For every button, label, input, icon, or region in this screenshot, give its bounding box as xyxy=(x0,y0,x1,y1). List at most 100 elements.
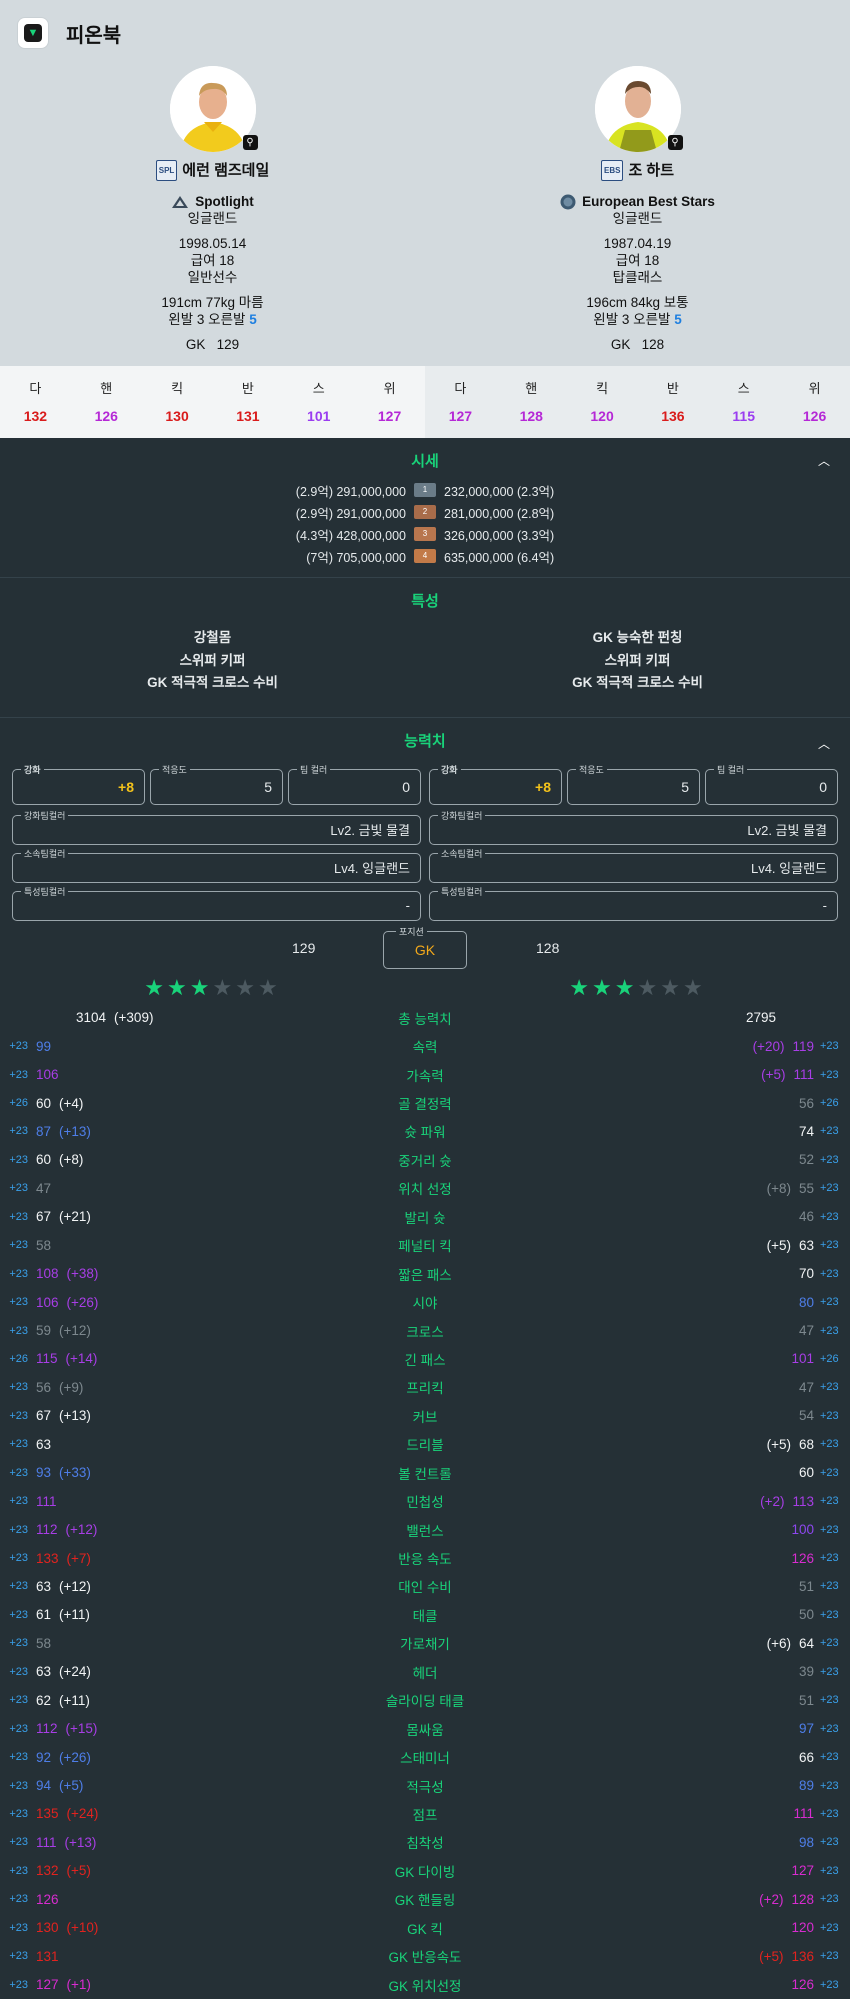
value-left: 133 xyxy=(36,1550,59,1566)
bonus-left: +23 xyxy=(9,1637,28,1650)
value-left: 56 xyxy=(36,1379,52,1395)
ability-left: +23 112 (+12) xyxy=(0,1522,355,1537)
summary-stats: 다 132 핸 126 킥 130 반 131 스 101 위 127 다 127 핸 128 킥 120 반 13… xyxy=(0,366,850,438)
delta-left: (+8) xyxy=(59,1152,84,1168)
adapt-field[interactable]: 적응도 5 xyxy=(567,762,700,805)
stat-value: 126 xyxy=(802,408,827,424)
ability-left: +23 131 xyxy=(0,1949,355,1964)
delta-left: (+38) xyxy=(66,1266,99,1282)
bonus-right: +23 xyxy=(820,1580,839,1593)
ability-right: 101 +26 xyxy=(495,1351,850,1366)
delta-left: (+21) xyxy=(59,1209,91,1225)
bonus-left: +23 xyxy=(9,1836,28,1849)
enhance-teamcolor-field[interactable]: 강화팀컬러 Lv2. 금빛 물결 xyxy=(12,808,421,845)
stat-value: 136 xyxy=(661,408,685,424)
ability-name: 총 능력치 xyxy=(398,1011,452,1027)
value-left: 93 xyxy=(36,1465,52,1481)
ability-left: +23 126 xyxy=(0,1892,355,1907)
price-right: 326,000,000 (3.3억) xyxy=(444,528,555,543)
player-name: 조 하트 xyxy=(628,162,675,179)
position: GK xyxy=(185,337,206,352)
value-right: 50 xyxy=(798,1607,814,1623)
trait-item: 스위퍼 키퍼 xyxy=(179,652,246,668)
player-photo[interactable]: ⚲ xyxy=(594,66,683,152)
stat-key: 반 xyxy=(241,381,254,396)
ability-right: 97 +23 xyxy=(495,1721,850,1736)
player-header: ▼ 피온북 ⚲ SPL 에런 램즈데일 Spotlight 잉글랜드 1998.0… xyxy=(0,0,850,366)
delta-left: (+5) xyxy=(59,1778,84,1794)
ability-left: +23 67 (+13) xyxy=(0,1408,355,1423)
search-icon[interactable]: ⚲ xyxy=(667,135,683,150)
app-logo-icon[interactable]: ▼ xyxy=(18,18,48,48)
trait-item: GK 적극적 크로스 수비 xyxy=(572,675,703,690)
value-right: 120 xyxy=(791,1920,814,1936)
ability-right: 39 +23 xyxy=(495,1664,850,1679)
ability-right: 52 +23 xyxy=(495,1152,850,1167)
app-title: 피온북 xyxy=(66,24,122,47)
grade: 탑클래스 xyxy=(612,270,663,285)
adapt-field[interactable]: 적응도 5 xyxy=(150,762,283,805)
enhance-field[interactable]: 강화 +8 xyxy=(429,762,562,805)
ability-row: +26 115 (+14) 긴 패스 101 +26 xyxy=(0,1345,850,1373)
ability-right: (+2) 128 +23 xyxy=(495,1892,850,1907)
section-title[interactable]: 시세 xyxy=(0,438,850,471)
value-left: 127 xyxy=(36,1977,59,1993)
value-left: 112 xyxy=(36,1522,58,1538)
stat-value: 132 xyxy=(23,408,48,424)
bonus-left: +23 xyxy=(9,1807,28,1820)
price-right: 232,000,000 (2.3억) xyxy=(444,484,555,499)
value-left: 87 xyxy=(36,1123,52,1139)
trait-item: GK 적극적 크로스 수비 xyxy=(147,675,278,690)
section-title[interactable]: 능력치 xyxy=(0,720,850,751)
position: GK xyxy=(610,337,631,352)
ability-right: 120 +23 xyxy=(495,1920,850,1935)
value-right: 60 xyxy=(798,1465,814,1481)
salary: 급여 18 xyxy=(190,253,235,268)
position-select[interactable]: 포지션 GK xyxy=(383,924,467,969)
ability-name: 발리 슛 xyxy=(404,1210,446,1226)
spec-teamcolor-field[interactable]: 특성팀컬러 - xyxy=(429,884,838,921)
own-teamcolor-field[interactable]: 소속팀컬러 Lv4. 잉글랜드 xyxy=(429,846,838,883)
value-right: 113 xyxy=(792,1493,814,1509)
star-icon: ★ xyxy=(257,974,281,1000)
enhance-level-badge: 1 xyxy=(414,483,436,497)
ability-section: 능력치 ︿ 강화 +8 적응도 5 팀 컬러 0 강화 +8 적응도 5 팀 컬러 0 강화… xyxy=(0,718,850,1999)
bonus-right: +23 xyxy=(820,1040,839,1053)
ability-left: +23 58 xyxy=(0,1636,355,1651)
ability-name: 속력 xyxy=(412,1040,438,1056)
value-left: 135 xyxy=(36,1806,59,1822)
spec-teamcolor-field[interactable]: 특성팀컬러 - xyxy=(12,884,421,921)
section-title: 특성 xyxy=(411,593,439,610)
search-icon[interactable]: ⚲ xyxy=(242,135,258,150)
ability-row: +23 94 (+5) 적극성 89 +23 xyxy=(0,1771,850,1799)
ability-right: 126 +23 xyxy=(495,1977,850,1992)
stat-key: 킥 xyxy=(171,381,184,396)
ability-name: 크로스 xyxy=(406,1324,444,1340)
value-right: 64 xyxy=(798,1635,814,1651)
chevron-up-icon[interactable]: ︿ xyxy=(818,452,830,469)
teamcolor-field[interactable]: 팀 컬러 0 xyxy=(705,762,838,805)
value-right: 51 xyxy=(798,1578,814,1594)
stat-key: 핸 xyxy=(100,381,113,396)
chevron-up-icon[interactable]: ︿ xyxy=(818,735,830,752)
delta-left: (+13) xyxy=(59,1408,91,1424)
own-teamcolor-field[interactable]: 소속팀컬러 Lv4. 잉글랜드 xyxy=(12,846,421,883)
delta-left: (+10) xyxy=(66,1920,99,1936)
stat-key: 핸 xyxy=(525,381,538,396)
value-left: 63 xyxy=(36,1436,52,1452)
player-photo[interactable]: ⚲ xyxy=(169,66,258,152)
value-left: 67 xyxy=(36,1209,52,1225)
bonus-left: +23 xyxy=(9,1665,28,1678)
app-bar: ▼ 피온북 xyxy=(0,0,850,66)
value-right: 111 xyxy=(793,1067,814,1083)
team-logo-icon xyxy=(172,195,189,208)
enhance-teamcolor-field[interactable]: 강화팀컬러 Lv2. 금빛 물결 xyxy=(429,808,838,845)
delta-right: (+5) xyxy=(759,1948,784,1964)
delta-right: (+5) xyxy=(761,1067,786,1083)
value-left: 63 xyxy=(36,1578,52,1594)
teamcolor-field[interactable]: 팀 컬러 0 xyxy=(288,762,421,805)
bonus-right: +26 xyxy=(820,1097,839,1110)
ability-list: 3104 (+309) 총 능력치 2795 +23 99 속력 (+20) 119 +23 +23… xyxy=(0,1004,850,1999)
bonus-left: +23 xyxy=(9,1239,28,1252)
enhance-field[interactable]: 강화 +8 xyxy=(12,762,145,805)
